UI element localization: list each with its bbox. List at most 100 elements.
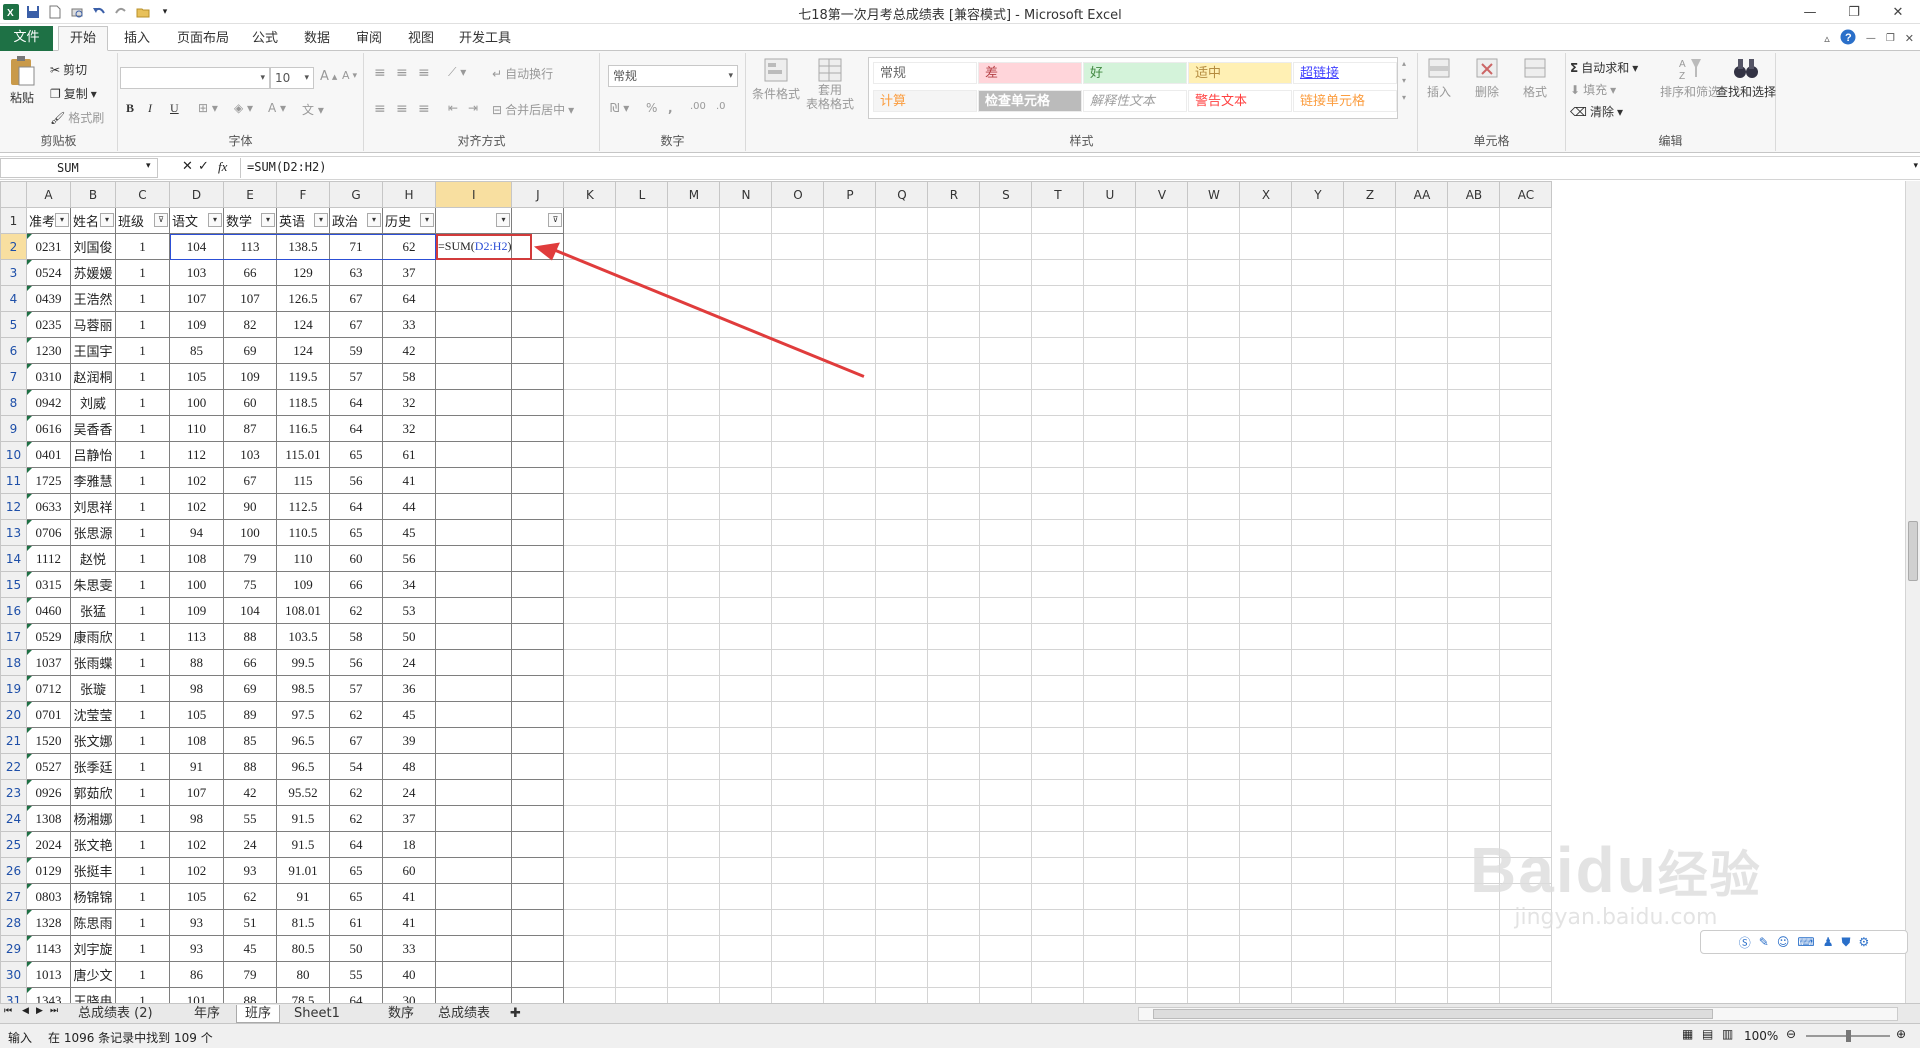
- cell[interactable]: [1239, 805, 1293, 832]
- cell[interactable]: [563, 545, 617, 572]
- cell[interactable]: [719, 207, 773, 234]
- data-cell[interactable]: 81.5: [276, 909, 330, 936]
- cell[interactable]: [1239, 935, 1293, 962]
- cell[interactable]: [1291, 363, 1345, 390]
- cell[interactable]: [434, 337, 513, 364]
- data-cell[interactable]: 103: [223, 441, 277, 468]
- cell[interactable]: [1135, 415, 1189, 442]
- cell[interactable]: [563, 285, 617, 312]
- data-cell[interactable]: 0231: [26, 233, 71, 260]
- cell[interactable]: [979, 363, 1033, 390]
- cell[interactable]: [823, 311, 877, 338]
- column-header[interactable]: P: [823, 181, 877, 208]
- cell[interactable]: [563, 597, 617, 624]
- header-cell[interactable]: 语文 ▾: [169, 207, 224, 234]
- data-cell[interactable]: 刘思祥: [70, 493, 116, 520]
- cell[interactable]: [563, 493, 617, 520]
- cell[interactable]: [927, 623, 981, 650]
- cell[interactable]: [1447, 207, 1501, 234]
- cell[interactable]: [1291, 961, 1345, 988]
- restore-button[interactable]: ❐: [1832, 0, 1876, 24]
- cell[interactable]: [511, 987, 565, 1003]
- cell[interactable]: [875, 441, 929, 468]
- select-all-corner[interactable]: [0, 181, 27, 208]
- cell[interactable]: [927, 805, 981, 832]
- font-name-select[interactable]: ▾: [120, 67, 270, 89]
- cell[interactable]: [1083, 961, 1137, 988]
- cell[interactable]: [823, 779, 877, 806]
- cell[interactable]: [979, 415, 1033, 442]
- sort-filter-button[interactable]: AZ 排序和筛选: [1660, 55, 1720, 100]
- cell[interactable]: [1343, 545, 1397, 572]
- data-cell[interactable]: 1: [115, 519, 170, 546]
- data-cell[interactable]: 85: [169, 337, 224, 364]
- data-cell[interactable]: 30: [382, 987, 436, 1003]
- cell[interactable]: [927, 727, 981, 754]
- cell[interactable]: [434, 805, 513, 832]
- tab-home[interactable]: 开始: [58, 26, 108, 51]
- cell[interactable]: [979, 727, 1033, 754]
- header-cell[interactable]: 准考证 ▾: [26, 207, 71, 234]
- cell[interactable]: [1291, 883, 1345, 910]
- cell[interactable]: [823, 727, 877, 754]
- cell[interactable]: [1447, 961, 1501, 988]
- cell[interactable]: [563, 831, 617, 858]
- cell[interactable]: [1395, 961, 1449, 988]
- help-icon[interactable]: ?: [1840, 29, 1856, 48]
- copy-button[interactable]: ❐ 复制 ▾: [50, 85, 97, 102]
- cell[interactable]: [667, 311, 721, 338]
- cell[interactable]: [511, 519, 565, 546]
- data-cell[interactable]: 50: [329, 935, 383, 962]
- row-header[interactable]: 13: [0, 519, 27, 546]
- cell[interactable]: [1135, 285, 1189, 312]
- cell[interactable]: [1239, 727, 1293, 754]
- data-cell[interactable]: 53: [382, 597, 436, 624]
- data-cell[interactable]: 109: [169, 311, 224, 338]
- cell[interactable]: [771, 857, 825, 884]
- data-cell[interactable]: 44: [382, 493, 436, 520]
- data-cell[interactable]: 56: [329, 467, 383, 494]
- cell[interactable]: [667, 285, 721, 312]
- cell[interactable]: [615, 805, 669, 832]
- header-cell[interactable]: 政治 ▾: [329, 207, 383, 234]
- cell[interactable]: [979, 493, 1033, 520]
- format-as-table-button[interactable]: 套用 表格格式: [806, 57, 854, 111]
- cell[interactable]: [511, 831, 565, 858]
- data-cell[interactable]: 80: [276, 961, 330, 988]
- column-header[interactable]: T: [1031, 181, 1085, 208]
- horizontal-scrollbar[interactable]: [1138, 1007, 1898, 1021]
- merge-center-button[interactable]: ⊟ 合并后居中 ▾: [492, 101, 574, 118]
- header-cell[interactable]: 历史 ▾: [382, 207, 436, 234]
- minimize-button[interactable]: —: [1788, 0, 1832, 24]
- cell[interactable]: [1239, 259, 1293, 286]
- cell[interactable]: [979, 441, 1033, 468]
- data-cell[interactable]: 89: [223, 701, 277, 728]
- cell[interactable]: [1447, 467, 1501, 494]
- cell[interactable]: [511, 935, 565, 962]
- data-cell[interactable]: 1: [115, 987, 170, 1003]
- active-cell-i2[interactable]: =SUM(D2:H2): [434, 233, 513, 260]
- filter-dropdown-icon[interactable]: ▾: [367, 213, 381, 227]
- cell[interactable]: [1343, 467, 1397, 494]
- cell[interactable]: [1499, 753, 1553, 780]
- data-cell[interactable]: 56: [382, 545, 436, 572]
- cell[interactable]: [667, 753, 721, 780]
- cut-button[interactable]: ✂ 剪切: [50, 61, 87, 78]
- cell[interactable]: [615, 259, 669, 286]
- delete-cells-button[interactable]: 删除: [1474, 55, 1500, 100]
- data-cell[interactable]: 113: [169, 623, 224, 650]
- cell[interactable]: [667, 831, 721, 858]
- cell[interactable]: [1395, 701, 1449, 728]
- cell[interactable]: [927, 701, 981, 728]
- cell[interactable]: [1187, 805, 1241, 832]
- cell[interactable]: [1135, 857, 1189, 884]
- row-header[interactable]: 2: [0, 233, 27, 260]
- cell[interactable]: [563, 233, 617, 260]
- data-cell[interactable]: 108: [169, 545, 224, 572]
- cell[interactable]: [563, 805, 617, 832]
- cell[interactable]: [1135, 467, 1189, 494]
- cell[interactable]: [979, 987, 1033, 1003]
- align-middle-icon[interactable]: ≡: [396, 65, 408, 81]
- name-box[interactable]: SUM: [0, 158, 158, 178]
- data-cell[interactable]: 64: [329, 493, 383, 520]
